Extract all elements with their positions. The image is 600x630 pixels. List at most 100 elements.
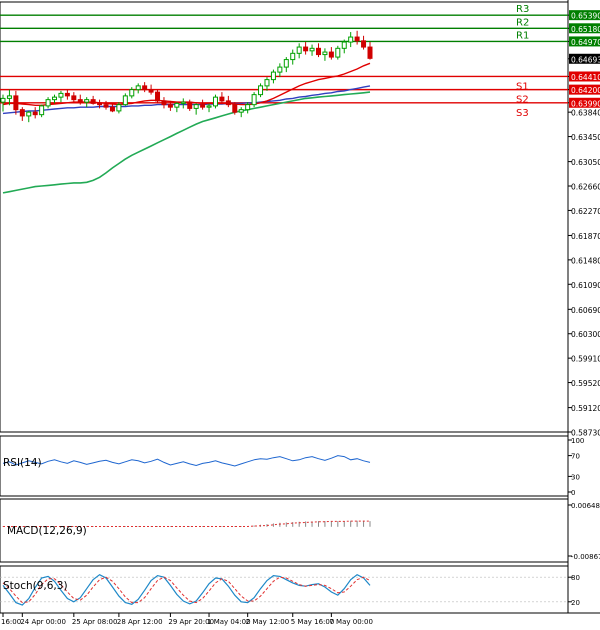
candle — [13, 95, 19, 111]
macd-label: MACD(12,26,9) — [7, 525, 87, 537]
ma-green-line — [2, 91, 371, 194]
stoch-label: Stoch(9,6,3) — [3, 580, 68, 592]
candle — [264, 79, 270, 87]
candle — [155, 91, 161, 102]
candle — [103, 104, 109, 108]
level-value-s1: 0.64410 — [571, 73, 600, 82]
price-tick-label: 0.59910 — [571, 355, 600, 364]
candle — [45, 99, 51, 107]
candle — [290, 52, 296, 61]
chart-canvas: 0.63840 0.63450 0.63050 0.62660 0.62270 0.618… — [0, 0, 600, 626]
rsi-label: RSI(14) — [3, 457, 42, 469]
current-price-label: 0.64693 — [571, 55, 600, 64]
candle — [200, 104, 206, 108]
price-tick-label: 0.60690 — [571, 306, 600, 315]
level-value-r2: 0.65180 — [571, 25, 600, 34]
candle — [122, 95, 128, 106]
candle — [309, 47, 315, 52]
candle — [77, 99, 83, 103]
candle — [296, 46, 302, 54]
candle — [6, 95, 12, 99]
candle — [148, 89, 154, 93]
candle — [52, 96, 58, 101]
candle — [238, 109, 244, 113]
level-value-r3: 0.65390 — [571, 12, 600, 21]
candle — [206, 105, 212, 108]
price-tick-label: 0.63450 — [571, 133, 600, 142]
candle — [348, 36, 354, 43]
candle — [90, 99, 96, 104]
candle — [322, 51, 328, 56]
panel-frame-stoch — [0, 565, 569, 614]
candle — [19, 109, 25, 117]
rsi-tick-label: 30 — [571, 473, 580, 481]
candle — [84, 99, 90, 103]
time-tick-label: 7 May 00:00 — [329, 618, 373, 626]
level-name-s2: S2 — [516, 95, 529, 106]
candle — [161, 100, 167, 106]
level-name-r3: R3 — [516, 4, 529, 15]
candle — [328, 51, 334, 58]
price-tick-label: 0.59120 — [571, 404, 600, 413]
macd-tick-label: 0.006481 — [571, 502, 600, 510]
panel-frame-rsi — [0, 435, 569, 497]
candle — [341, 41, 347, 49]
level-value-s2: 0.64200 — [571, 86, 600, 95]
candle — [109, 106, 115, 112]
level-name-r1: R1 — [516, 30, 529, 41]
candle — [32, 111, 38, 116]
candle — [315, 47, 321, 56]
candle — [232, 104, 238, 113]
price-tick-label: 0.61090 — [571, 281, 600, 290]
candle — [251, 94, 257, 106]
rsi-line — [2, 455, 371, 467]
time-tick-label: 2 May 12:00 — [246, 618, 290, 626]
stoch-tick-label: 80 — [571, 574, 580, 582]
time-tick-label: 1 May 04:00 — [207, 618, 251, 626]
candle — [361, 40, 367, 48]
candle — [219, 96, 225, 102]
macd-tick-label: -0.008677 — [571, 553, 600, 561]
candle — [258, 85, 264, 96]
candle — [26, 111, 32, 117]
candle — [277, 66, 283, 73]
level-value-r1: 0.64970 — [571, 38, 600, 47]
candle — [245, 104, 251, 111]
rsi-tick-label: 70 — [571, 453, 580, 461]
candle — [212, 96, 218, 107]
candle — [270, 71, 276, 81]
level-name-s3: S3 — [516, 108, 529, 119]
candle — [180, 101, 186, 104]
price-tick-label: 0.63050 — [571, 158, 600, 167]
time-tick-label: 28 Apr 12:00 — [117, 618, 163, 626]
candle — [187, 101, 193, 109]
candle — [354, 36, 360, 42]
rsi-tick-label: 100 — [571, 437, 584, 445]
time-tick-label: 24 Apr 00:00 — [20, 618, 66, 626]
candle — [116, 104, 122, 112]
candle — [39, 105, 45, 116]
price-tick-label: 0.61870 — [571, 232, 600, 241]
candle — [225, 100, 231, 106]
candle — [64, 92, 70, 97]
stoch-tick-label: 20 — [571, 599, 580, 607]
ma-red-line — [2, 62, 371, 107]
price-tick-label: 0.59520 — [571, 379, 600, 388]
price-tick-label: 0.62660 — [571, 183, 600, 192]
level-value-s3: 0.63990 — [571, 99, 600, 108]
level-name-s1: S1 — [516, 81, 529, 92]
candle — [135, 85, 141, 91]
price-tick-label: 0.62270 — [571, 207, 600, 216]
candle — [129, 89, 135, 97]
candle — [174, 102, 180, 108]
price-tick-label: 0.61480 — [571, 256, 600, 265]
candle — [303, 46, 309, 52]
candle — [58, 92, 64, 98]
candle — [0, 97, 6, 103]
price-tick-label: 0.63840 — [571, 109, 600, 118]
level-name-r2: R2 — [516, 17, 529, 28]
time-tick-label: 5 May 16:00 — [291, 618, 335, 626]
candle — [193, 104, 199, 109]
candle — [167, 104, 173, 108]
candle — [71, 95, 77, 101]
